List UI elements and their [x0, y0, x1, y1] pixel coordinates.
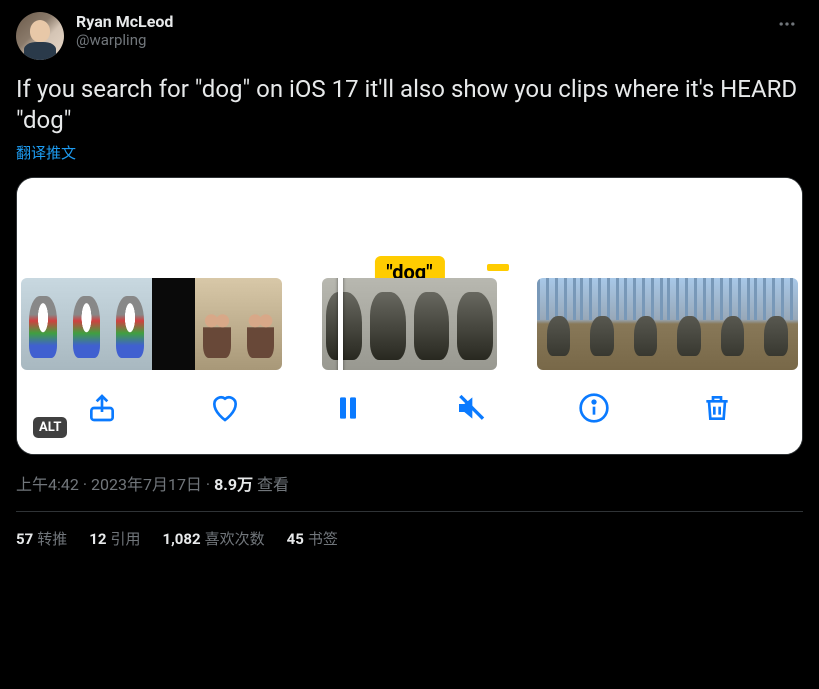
clip-frame: [537, 278, 581, 370]
clip-frame: [410, 278, 454, 370]
info-button[interactable]: [576, 390, 612, 426]
playhead[interactable]: [338, 278, 343, 370]
share-button[interactable]: [84, 390, 120, 426]
alt-badge[interactable]: ALT: [33, 417, 67, 438]
handle: @warpling: [76, 31, 173, 49]
tweet-text: If you search for "dog" on iOS 17 it'll …: [16, 74, 803, 136]
views-count: 8.9万: [214, 475, 253, 494]
quotes-stat[interactable]: 12引用: [89, 528, 140, 549]
like-button[interactable]: [207, 390, 243, 426]
clip-frame: [195, 278, 239, 370]
video-timeline: [17, 278, 802, 370]
bookmarks-stat[interactable]: 45书签: [287, 528, 338, 549]
clip-group: [322, 278, 496, 370]
tweet-container: Ryan McLeod @warpling If you search for …: [0, 0, 819, 549]
tweet-date[interactable]: 2023年7月17日: [91, 475, 202, 494]
clip-frame: [152, 278, 196, 370]
tweet-header: Ryan McLeod @warpling: [16, 12, 803, 60]
tweet-meta: 上午4:42 · 2023年7月17日 · 8.9万 查看: [16, 471, 803, 495]
author-names[interactable]: Ryan McLeod @warpling: [76, 12, 173, 49]
more-button[interactable]: [771, 12, 803, 41]
clip-frame: [754, 278, 798, 370]
views-label: 查看: [253, 475, 289, 494]
clip-frame: [624, 278, 668, 370]
clip-frame: [453, 278, 497, 370]
clip-frame: [21, 278, 65, 370]
clip-frame: [711, 278, 755, 370]
clip-frame: [322, 278, 366, 370]
mute-button[interactable]: [453, 390, 489, 426]
tweet-stats: 57转推 12引用 1,082喜欢次数 45书签: [16, 512, 803, 549]
avatar[interactable]: [16, 12, 64, 60]
clip-frame: [580, 278, 624, 370]
display-name: Ryan McLeod: [76, 12, 173, 31]
likes-stat[interactable]: 1,082喜欢次数: [162, 528, 264, 549]
match-marker: [487, 264, 509, 271]
delete-button[interactable]: [699, 390, 735, 426]
pause-button[interactable]: [330, 390, 366, 426]
clip-frame: [65, 278, 109, 370]
media-card[interactable]: "dog": [16, 177, 803, 455]
clip-group: [537, 278, 798, 370]
translate-link[interactable]: 翻译推文: [16, 142, 803, 163]
clip-frame: [239, 278, 283, 370]
media-toolbar: [17, 370, 802, 454]
clip-frame: [667, 278, 711, 370]
retweets-stat[interactable]: 57转推: [16, 528, 67, 549]
clip-frame: [108, 278, 152, 370]
clip-group: [21, 278, 282, 370]
tweet-time[interactable]: 上午4:42: [16, 475, 79, 494]
clip-frame: [366, 278, 410, 370]
